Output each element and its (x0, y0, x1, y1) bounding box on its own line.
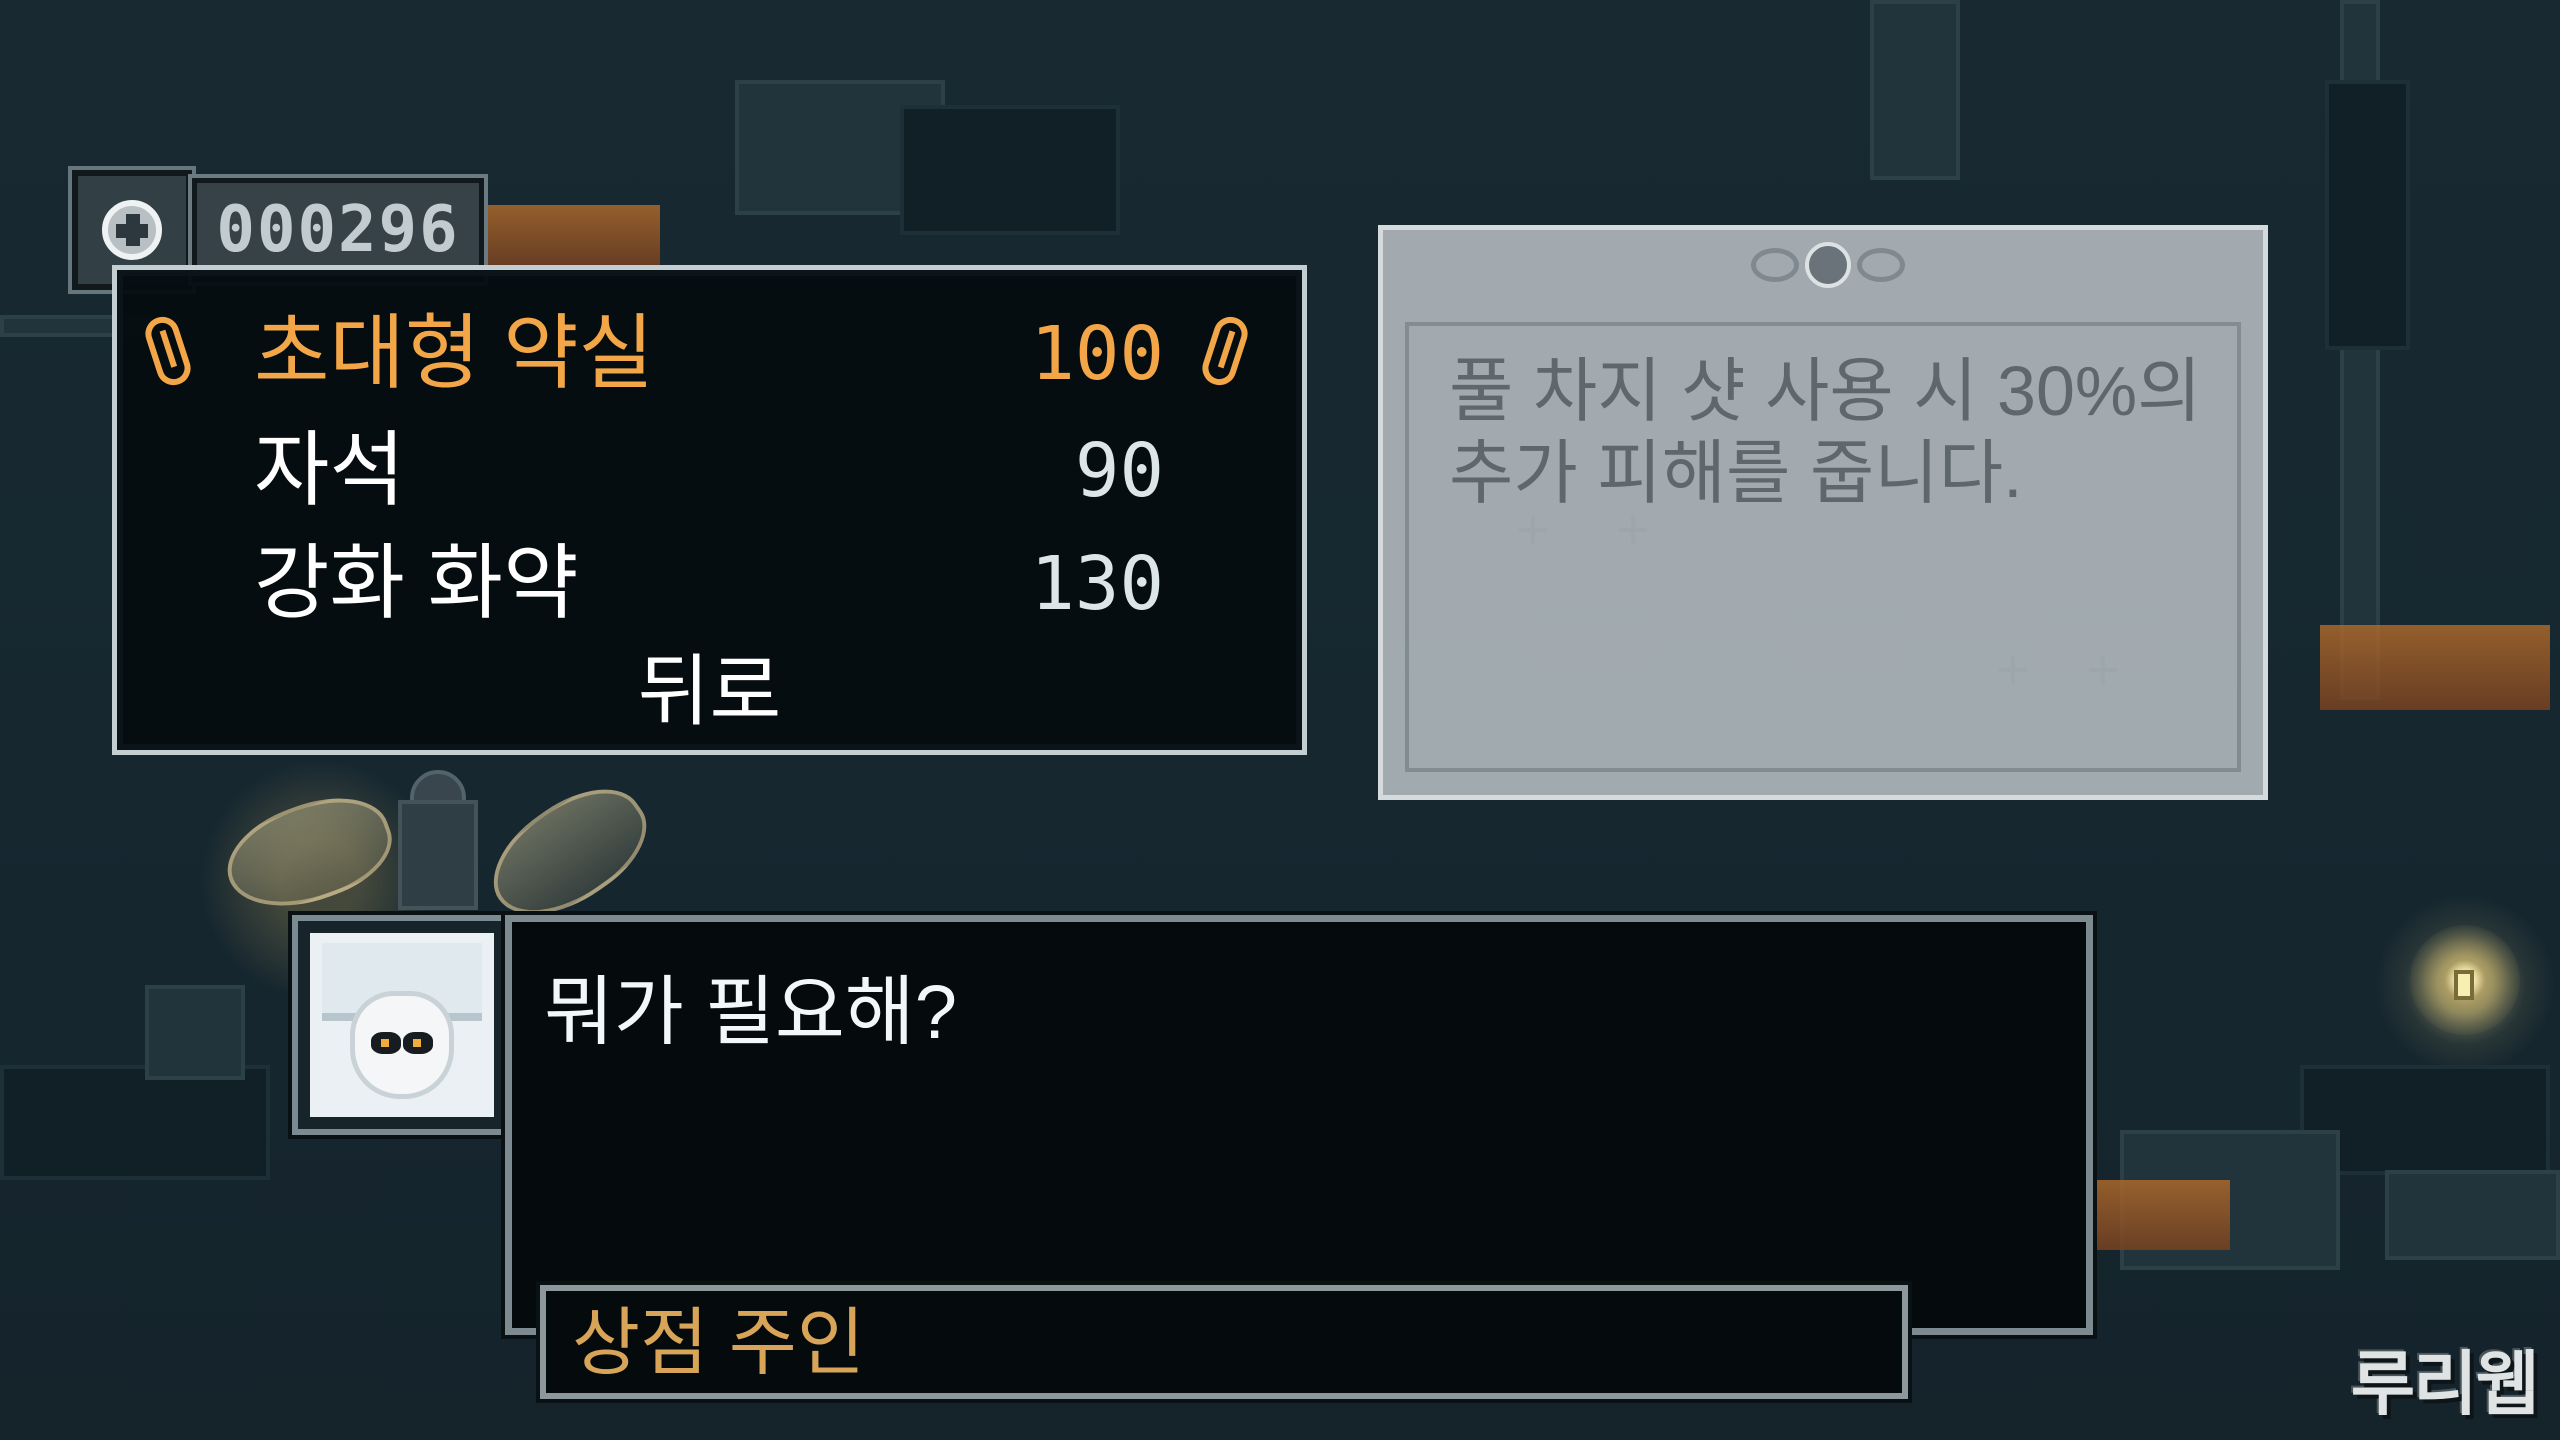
background-block (2325, 80, 2410, 350)
portrait-eye (403, 1032, 433, 1054)
dialog-text: 뭐가 필요해? (544, 970, 957, 1055)
wing-ornament-left (1751, 248, 1799, 282)
shop-item-name: 초대형 약실 (254, 308, 654, 399)
dialog-box: 뭐가 필요해? (501, 911, 2097, 1339)
shop-item-price: 100 (1030, 311, 1164, 397)
item-description-panel: 풀 차지 샷 사용 시 30%의 추가 피해를 줍니다. (1378, 225, 2268, 800)
npc-wing (213, 779, 405, 927)
shop-menu: 초대형 약실 100 자석 90 강화 화약 130 뒤로 (112, 265, 1307, 755)
leaf-icon (141, 312, 195, 390)
npc-body (398, 800, 478, 910)
speaker-portrait-frame (288, 911, 516, 1139)
shop-item-super-chamber[interactable]: 초대형 약실 100 (117, 298, 1302, 410)
shop-item-name: 강화 화약 (254, 538, 579, 629)
autumn-foliage (2095, 1180, 2230, 1250)
autumn-foliage (460, 205, 660, 265)
item-description-frame: 풀 차지 샷 사용 시 30%의 추가 피해를 줍니다. (1405, 322, 2241, 772)
background-block (0, 1065, 270, 1180)
decorative-cross (2089, 656, 2117, 684)
coin-icon (102, 200, 162, 260)
back-button[interactable]: 뒤로 (117, 646, 1302, 736)
shop-item-price: 90 (1074, 428, 1164, 514)
speaker-portrait (310, 933, 494, 1117)
leaf-icon (1198, 312, 1252, 390)
speaker-name-box: 상점 주인 (536, 1281, 1912, 1403)
background-block (2385, 1170, 2560, 1260)
wing-ornament-center (1805, 242, 1851, 288)
portrait-face (350, 991, 454, 1099)
background-block (900, 105, 1120, 235)
lamp-icon (2454, 970, 2474, 1000)
decorative-cross (1519, 516, 1547, 544)
background-block (145, 985, 245, 1080)
watermark: 루리웹 (2350, 1345, 2540, 1423)
decorative-cross (1999, 656, 2027, 684)
wing-ornament-right (1857, 248, 1905, 282)
shop-item-name: 자석 (254, 425, 405, 516)
portrait-eye (371, 1032, 401, 1054)
shop-item-magnet[interactable]: 자석 90 (117, 415, 1302, 527)
item-description-text: 풀 차지 샷 사용 시 30%의 추가 피해를 줍니다. (1449, 352, 2202, 512)
wing-ornament-icon (1743, 240, 1913, 296)
shop-item-enhanced-powder[interactable]: 강화 화약 130 (117, 528, 1302, 640)
speaker-name: 상점 주인 (572, 1301, 865, 1384)
shop-item-price: 130 (1030, 541, 1164, 627)
decorative-cross (1619, 516, 1647, 544)
autumn-foliage (2320, 625, 2550, 710)
background-block (1870, 0, 1960, 180)
